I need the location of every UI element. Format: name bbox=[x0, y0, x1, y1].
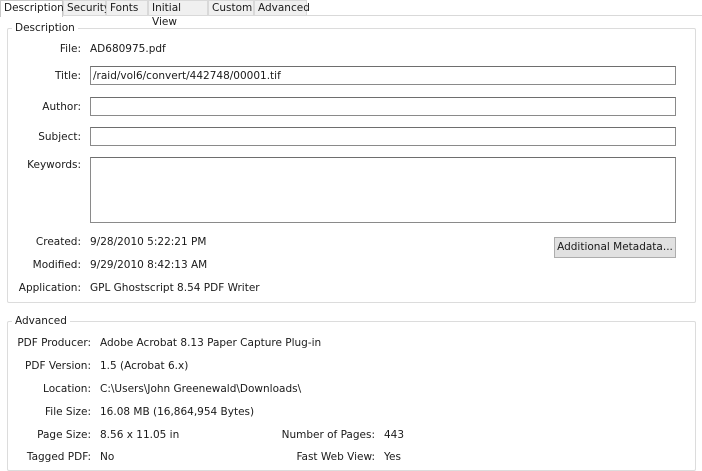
application-label: Application: bbox=[18, 282, 81, 294]
title-label: Title: bbox=[54, 70, 81, 82]
author-field[interactable] bbox=[90, 97, 676, 116]
created-value: 9/28/2010 5:22:21 PM bbox=[90, 236, 207, 248]
tab-security[interactable]: Security bbox=[63, 0, 110, 15]
application-value: GPL Ghostscript 8.54 PDF Writer bbox=[90, 282, 260, 294]
tab-divider bbox=[0, 15, 702, 16]
tab-fonts[interactable]: Fonts bbox=[106, 0, 148, 15]
location-value: C:\Users\John Greenewald\Downloads\ bbox=[100, 383, 302, 395]
page-size-value: 8.56 x 11.05 in bbox=[100, 429, 180, 441]
fast-web-view-label: Fast Web View: bbox=[296, 451, 375, 463]
advanced-legend: Advanced bbox=[12, 315, 70, 327]
pdf-version-label: PDF Version: bbox=[25, 360, 91, 372]
author-label: Author: bbox=[42, 101, 81, 113]
additional-metadata-button[interactable]: Additional Metadata... bbox=[554, 237, 676, 258]
keywords-field[interactable] bbox=[90, 157, 676, 223]
created-label: Created: bbox=[35, 236, 81, 248]
page-size-label: Page Size: bbox=[37, 429, 91, 441]
subject-field[interactable] bbox=[90, 127, 676, 146]
modified-value: 9/29/2010 8:42:13 AM bbox=[90, 259, 208, 271]
number-of-pages-value: 443 bbox=[384, 429, 405, 441]
number-of-pages-label: Number of Pages: bbox=[281, 429, 375, 441]
tagged-pdf-value: No bbox=[100, 451, 115, 463]
tab-advanced[interactable]: Advanced bbox=[254, 0, 310, 15]
tab-description[interactable]: Description bbox=[0, 0, 64, 17]
subject-label: Subject: bbox=[38, 131, 81, 143]
tab-initial-view[interactable]: Initial View bbox=[148, 0, 208, 28]
file-size-label: File Size: bbox=[45, 406, 91, 418]
pdf-producer-label: PDF Producer: bbox=[17, 337, 91, 349]
tagged-pdf-label: Tagged PDF: bbox=[26, 451, 91, 463]
fast-web-view-value: Yes bbox=[384, 451, 401, 463]
tab-custom[interactable]: Custom bbox=[208, 0, 254, 15]
file-value: AD680975.pdf bbox=[90, 43, 166, 55]
file-label: File: bbox=[59, 43, 81, 55]
keywords-label: Keywords: bbox=[27, 159, 81, 171]
title-field[interactable] bbox=[90, 66, 676, 85]
tab-strip: Description Security Fonts Initial View … bbox=[0, 0, 702, 28]
description-legend: Description bbox=[12, 22, 78, 34]
pdf-producer-value: Adobe Acrobat 8.13 Paper Capture Plug-in bbox=[100, 337, 322, 349]
modified-label: Modified: bbox=[32, 259, 81, 271]
file-size-value: 16.08 MB (16,864,954 Bytes) bbox=[100, 406, 255, 418]
pdf-version-value: 1.5 (Acrobat 6.x) bbox=[100, 360, 189, 372]
location-label: Location: bbox=[43, 383, 91, 395]
